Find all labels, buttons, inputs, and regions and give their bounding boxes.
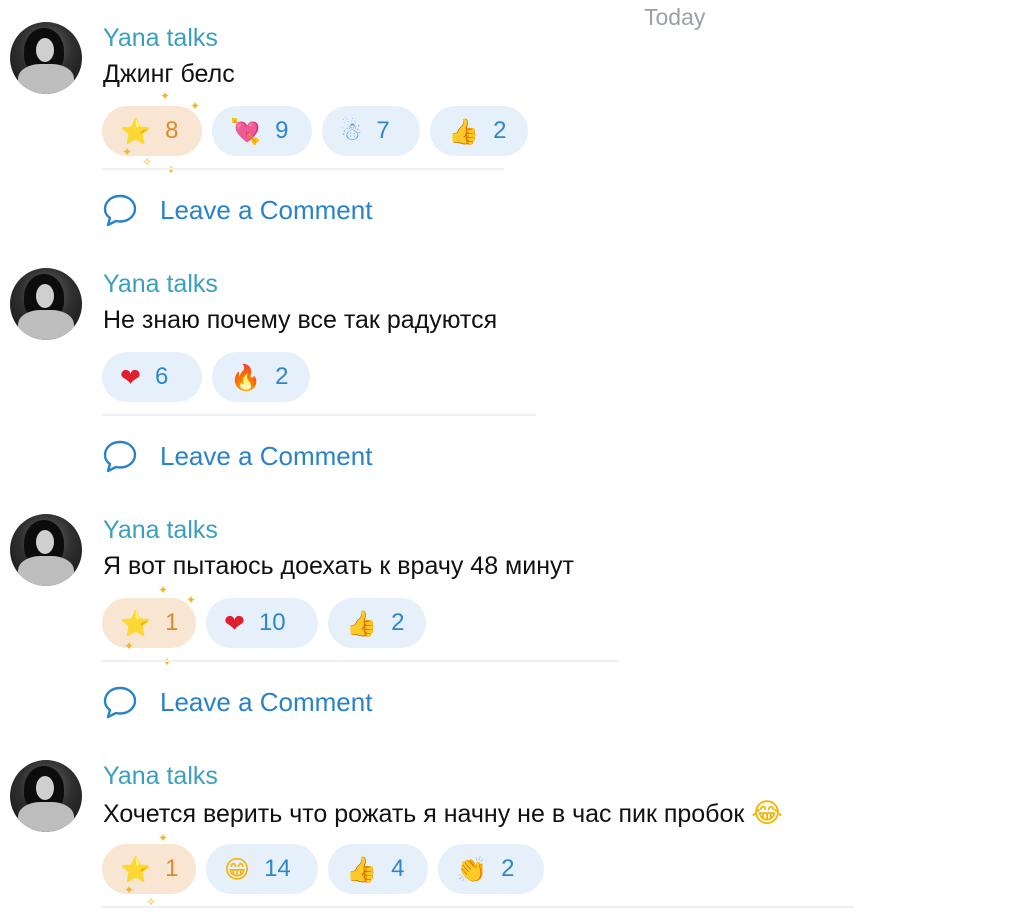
star-icon: ⭐ [120,608,152,638]
leave-comment-link[interactable]: Leave a Comment [102,684,372,720]
sparkle-icon: ✦ [160,89,171,103]
leave-comment-label: Leave a Comment [160,440,373,471]
sparkle-icon: ✦ [166,163,177,177]
leave-comment-link[interactable]: Leave a Comment [102,438,372,474]
divider [102,906,854,908]
reaction-count: 14 [264,855,291,882]
clapping-hands-icon: 👏 [456,854,488,884]
snowman-icon: ☃ [340,116,363,146]
sparkle-icon: ✦ [186,593,197,607]
thumbs-up-icon: 👍 [346,608,378,638]
sparkle-icon: ✦ [122,145,133,159]
post: Yana talks Джинг белс ⭐ 8 ✦ ✦ ✦ ✦ ✧ 💘 9 … [0,0,1030,246]
divider [102,414,536,416]
reaction-count: 2 [501,855,515,882]
reaction-count: 4 [391,855,405,882]
post-text: Не знаю почему все так радуются [103,306,498,334]
reactions-bar: ❤ 6 🔥 2 [102,352,310,402]
divider [102,660,618,662]
avatar[interactable] [10,760,82,832]
sparkle-icon: ✦ [190,99,201,113]
sparkle-icon: ✦ [162,655,173,669]
reaction-count: 10 [258,609,286,636]
heart-icon: ❤ [224,608,245,638]
leave-comment-label: Leave a Comment [160,686,373,717]
post: Yana talks Не знаю почему все так радуют… [0,246,1030,492]
reaction-count: 6 [154,363,169,390]
comment-bubble-icon [103,440,137,473]
avatar[interactable] [10,22,82,94]
reaction-count: 1 [165,855,179,882]
post-text: Хочется верить что рожать я начну не в ч… [103,798,783,829]
leave-comment-link[interactable]: Leave a Comment [102,192,372,228]
star-icon: ⭐ [120,854,152,884]
author-name[interactable]: Yana talks [103,24,218,53]
reaction-count: 2 [391,609,405,636]
post: Yana talks Я вот пытаюсь доехать к врачу… [0,492,1030,738]
post-text: Я вот пытаюсь доехать к врачу 48 минут [103,552,574,580]
star-icon: ⭐ [120,116,152,146]
reaction-star-button[interactable]: ⭐ 8 ✦ ✦ ✦ ✦ ✧ [102,90,202,176]
comment-bubble-icon [103,686,137,719]
reaction-thumbs-up-button[interactable]: 👍 2 [430,106,528,156]
sparkle-icon: ✦ [124,883,135,897]
sparkle-icon: ✦ [158,831,169,845]
reaction-count: 7 [376,117,390,144]
reaction-thumbs-up-button[interactable]: 👍 4 [328,844,428,894]
reactions-bar: ⭐ 1 ✦ ✦ ✦ ✦ ❤ 10 👍 2 [102,584,426,668]
reaction-thumbs-up-button[interactable]: 👍 2 [328,598,426,648]
thumbs-up-icon: 👍 [448,116,480,146]
reactions-bar: ⭐ 8 ✦ ✦ ✦ ✦ ✧ 💘 9 ☃ 7 👍 2 [102,90,528,176]
leave-comment-label: Leave a Comment [160,194,373,225]
reaction-clap-button[interactable]: 👏 2 [438,844,544,894]
sparkle-icon: ✦ [158,583,169,597]
thumbs-up-icon: 👍 [346,854,378,884]
sparkle-icon: ✧ [142,155,153,169]
heart-icon: ❤ [120,362,141,392]
reaction-star-button[interactable]: ⭐ 1 ✦ ✦ ✧ [102,832,196,908]
fire-icon: 🔥 [230,362,262,392]
divider [102,168,504,170]
grinning-face-icon: 😁 [224,854,251,884]
reaction-fire-button[interactable]: 🔥 2 [212,352,310,402]
reaction-count: 1 [165,609,179,636]
sparkle-icon: ✦ [124,639,135,653]
reaction-snowman-button[interactable]: ☃ 7 [322,106,420,156]
post: Yana talks Хочется верить что рожать я н… [0,738,1030,922]
post-text-content: Хочется верить что рожать я начну не в ч… [103,800,745,828]
reaction-heart-button[interactable]: ❤ 10 [206,598,318,648]
laughing-face-icon: 😂 [751,798,783,828]
feed-page: Today Yana talks Джинг белс ⭐ 8 ✦ ✦ ✦ ✦ … [0,0,1030,922]
reaction-heart-button[interactable]: ❤ 6 [102,352,202,402]
comment-bubble-icon [103,194,137,227]
cupid-heart-icon: 💘 [230,116,262,146]
reaction-count: 8 [165,117,179,144]
reaction-cupid-button[interactable]: 💘 9 [212,106,312,156]
reaction-count: 9 [275,117,289,144]
reaction-grin-button[interactable]: 😁 14 [206,844,318,894]
avatar[interactable] [10,268,82,340]
author-name[interactable]: Yana talks [103,762,218,791]
reactions-bar: ⭐ 1 ✦ ✦ ✧ 😁 14 👍 4 👏 2 [102,832,544,908]
author-name[interactable]: Yana talks [103,516,218,545]
reaction-count: 2 [493,117,507,144]
author-name[interactable]: Yana talks [103,270,218,299]
reaction-star-button[interactable]: ⭐ 1 ✦ ✦ ✦ ✦ [102,584,196,668]
avatar[interactable] [10,514,82,586]
reaction-count: 2 [275,363,289,390]
post-text: Джинг белс [103,60,235,88]
